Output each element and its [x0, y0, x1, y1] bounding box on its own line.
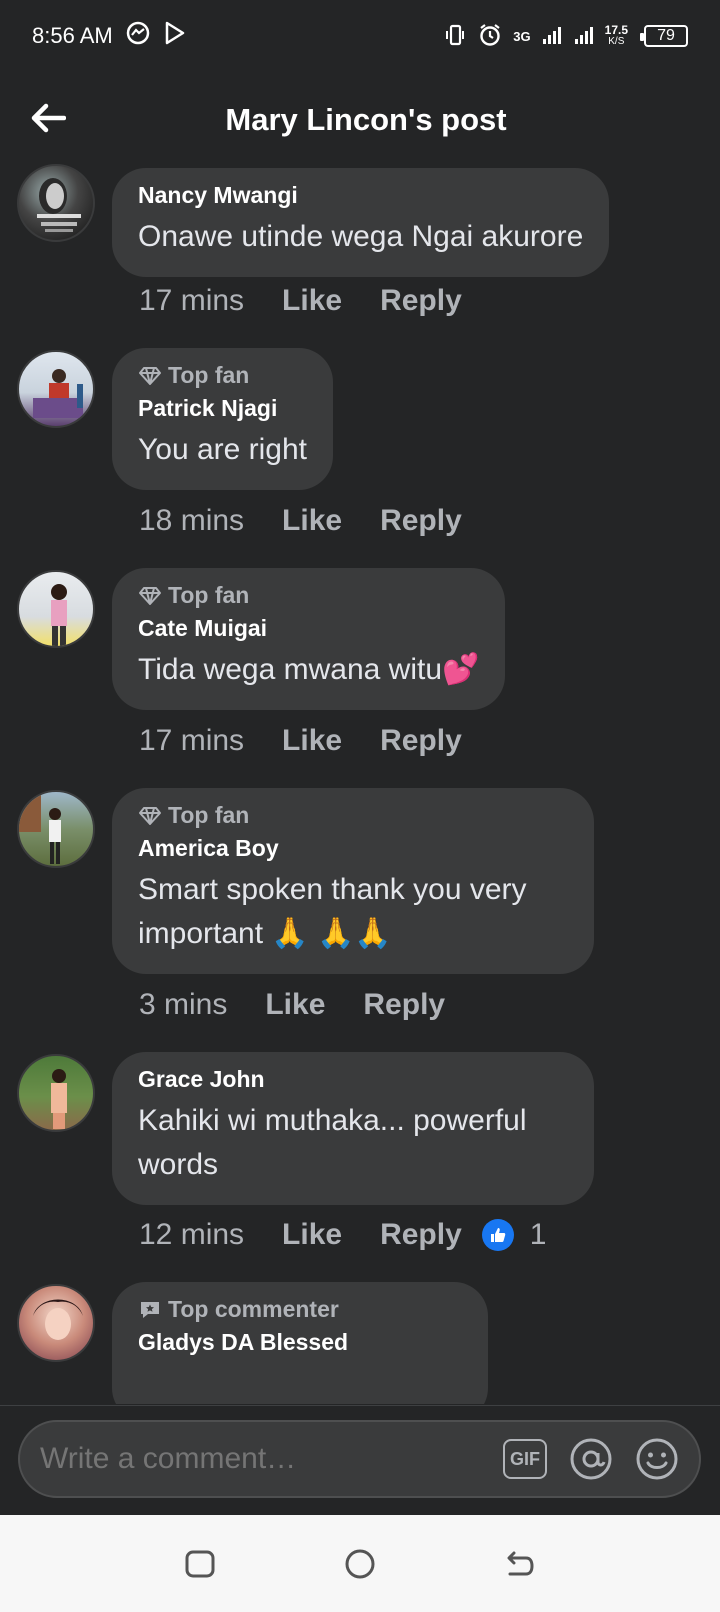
- signal-icon-1: [541, 24, 563, 49]
- comment-bubble[interactable]: Grace John Kahiki wi muthaka... powerful…: [112, 1052, 594, 1205]
- comment-actions: 17 mins Like Reply: [139, 724, 462, 758]
- comment-bubble[interactable]: Top fan America Boy Smart spoken thank y…: [112, 788, 594, 974]
- comment-time[interactable]: 12 mins: [139, 1218, 244, 1252]
- avatar[interactable]: [17, 350, 95, 428]
- comment-bubble[interactable]: Top commenter Gladys DA Blessed: [112, 1282, 488, 1404]
- reply-button[interactable]: Reply: [380, 724, 462, 758]
- like-button[interactable]: Like: [282, 284, 342, 318]
- comment-bubble[interactable]: Nancy Mwangi Onawe utinde wega Ngai akur…: [112, 168, 610, 277]
- like-button[interactable]: Like: [282, 724, 342, 758]
- comment-actions: 18 mins Like Reply: [139, 504, 462, 538]
- badge-label: Top commenter: [168, 1296, 339, 1322]
- messenger-notification-icon: [125, 20, 151, 52]
- comment-badge-icon: [141, 1301, 159, 1318]
- comment-text: Kahiki wi muthaka... powerful words: [138, 1104, 527, 1181]
- comment-actions: 3 mins Like Reply: [139, 988, 445, 1022]
- composer-icons: GIF: [503, 1437, 679, 1481]
- top-fan-badge: Top fan: [138, 362, 307, 389]
- network-speed-value: 17.5: [604, 23, 628, 37]
- home-button[interactable]: [340, 1544, 380, 1584]
- comment-text: Tida wega mwana witu💕: [138, 653, 480, 686]
- comment-input[interactable]: [40, 1442, 503, 1476]
- comment-author[interactable]: America Boy: [138, 835, 568, 862]
- comment-composer: GIF: [18, 1420, 701, 1498]
- comment-text: You are right: [138, 433, 308, 466]
- gif-button[interactable]: GIF: [503, 1437, 547, 1481]
- reaction-summary[interactable]: 1: [481, 1218, 547, 1252]
- comment-time[interactable]: 17 mins: [139, 724, 244, 758]
- back-button[interactable]: [28, 98, 68, 138]
- diamond-icon: [139, 806, 161, 825]
- comment-text: Onawe utinde wega Ngai akurore: [138, 220, 584, 253]
- top-fan-badge: Top fan: [138, 582, 479, 609]
- comment-author[interactable]: Gladys DA Blessed: [138, 1329, 462, 1356]
- status-bar: 8:56 AM 3G 17.5 K/S 79: [0, 0, 720, 72]
- badge-label: Top fan: [168, 362, 250, 388]
- vibrate-icon: [443, 23, 467, 50]
- status-time: 8:56 AM: [32, 23, 113, 48]
- back-return-icon: [507, 1551, 534, 1575]
- battery-level: 79: [657, 27, 675, 44]
- like-button[interactable]: Like: [265, 988, 325, 1022]
- badge-label: Top fan: [168, 582, 250, 608]
- reply-button[interactable]: Reply: [380, 284, 462, 318]
- avatar[interactable]: [17, 1054, 95, 1132]
- like-reaction-icon: [481, 1219, 514, 1251]
- diamond-icon: [139, 586, 161, 605]
- avatar[interactable]: [17, 570, 95, 648]
- comment-time[interactable]: 18 mins: [139, 504, 244, 538]
- back-nav-button[interactable]: [500, 1544, 540, 1584]
- comment-author[interactable]: Grace John: [138, 1066, 568, 1093]
- status-right: 3G 17.5 K/S 79: [443, 22, 688, 51]
- top-fan-badge: Top fan: [138, 802, 568, 829]
- comment-author[interactable]: Patrick Njagi: [138, 395, 307, 422]
- comment-composer-bar: GIF: [0, 1405, 720, 1515]
- avatar[interactable]: [17, 1284, 95, 1362]
- top-commenter-badge: Top commenter: [138, 1296, 462, 1323]
- reply-button[interactable]: Reply: [380, 504, 462, 538]
- system-nav-bar: [0, 1515, 720, 1612]
- recents-button[interactable]: [180, 1544, 220, 1584]
- like-button[interactable]: Like: [282, 504, 342, 538]
- smiley-icon: [636, 1438, 678, 1480]
- reaction-count: 1: [529, 1218, 547, 1251]
- network-speed-unit: K/S: [608, 36, 625, 47]
- network-type-label: 3G: [513, 28, 531, 44]
- avatar[interactable]: [17, 164, 95, 242]
- status-left: 8:56 AM: [32, 20, 187, 52]
- at-sign-icon: [570, 1438, 612, 1480]
- diamond-icon: [139, 366, 161, 385]
- comment-time[interactable]: 17 mins: [139, 284, 244, 318]
- home-circle-icon: [345, 1549, 375, 1578]
- comment-actions: 17 mins Like Reply: [139, 284, 462, 318]
- reply-button[interactable]: Reply: [363, 988, 445, 1022]
- play-store-notification-icon: [163, 20, 187, 52]
- comments-list[interactable]: Nancy Mwangi Onawe utinde wega Ngai akur…: [0, 160, 720, 1404]
- alarm-icon: [477, 22, 503, 51]
- network-speed: 17.5 K/S: [604, 23, 628, 47]
- gif-icon: GIF: [503, 1439, 547, 1479]
- signal-icon-2: [573, 24, 595, 49]
- header: Mary Lincon's post: [0, 84, 720, 156]
- recents-square-icon: [185, 1550, 215, 1577]
- like-button[interactable]: Like: [282, 1218, 342, 1252]
- comment-bubble[interactable]: Top fan Patrick Njagi You are right: [112, 348, 334, 490]
- comment-author[interactable]: Nancy Mwangi: [138, 182, 583, 209]
- back-arrow-icon: [31, 103, 66, 133]
- page-title: Mary Lincon's post: [225, 102, 507, 137]
- comment-bubble[interactable]: Top fan Cate Muigai Tida wega mwana witu…: [112, 568, 506, 710]
- comment-actions: 12 mins Like Reply 1: [139, 1218, 546, 1252]
- mention-button[interactable]: [569, 1437, 613, 1481]
- reply-button[interactable]: Reply: [380, 1218, 462, 1252]
- avatar[interactable]: [17, 790, 95, 868]
- comment-text: Smart spoken thank you very important 🙏 …: [138, 873, 527, 950]
- comment-time[interactable]: 3 mins: [139, 988, 227, 1022]
- comment-author[interactable]: Cate Muigai: [138, 615, 479, 642]
- badge-label: Top fan: [168, 802, 250, 828]
- battery-icon: 79: [640, 25, 688, 47]
- emoji-button[interactable]: [635, 1437, 679, 1481]
